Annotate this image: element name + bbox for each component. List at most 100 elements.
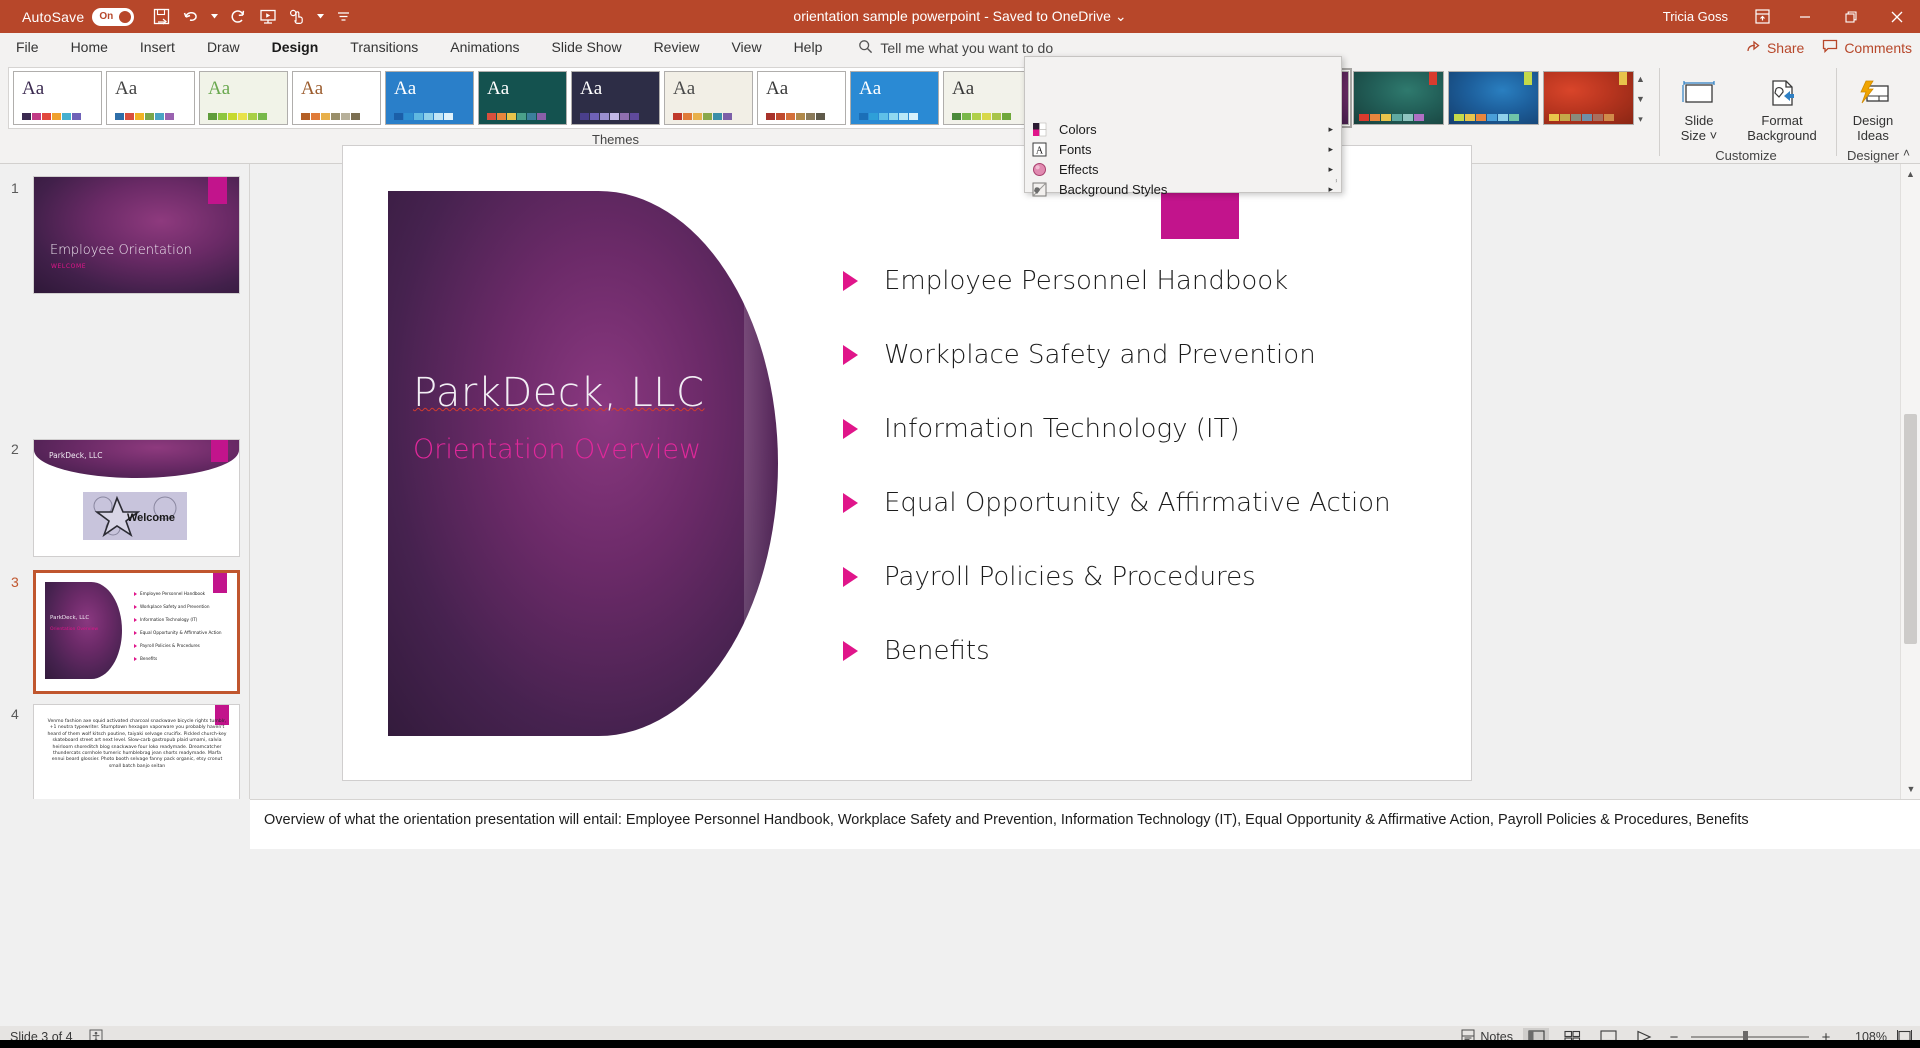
tab-design[interactable]: Design [256,33,335,62]
variant-green[interactable] [1353,71,1444,125]
thumb-4-canvas: Venmo fashion axe squid activated charco… [34,705,239,799]
tab-draw[interactable]: Draw [191,33,256,62]
theme-swatch [673,113,682,120]
facet-theme[interactable]: Aa [106,71,195,125]
menu-resize-grip[interactable]: ⸯ [1334,178,1339,191]
theme-swatch [909,113,918,120]
variants-more-icon[interactable]: ▾ [1633,109,1648,129]
celestial-theme-preview-text: Aa [580,78,603,99]
theme-swatch [527,113,536,120]
undo-icon[interactable] [178,5,205,29]
ion-theme-preview-text: Aa [208,78,231,99]
variants-scroll-down-icon[interactable]: ▼ [1633,89,1648,109]
stage-vertical-scrollbar[interactable]: ▲ ▼ [1900,164,1920,799]
celestial-theme[interactable]: Aa [571,71,660,125]
tab-file[interactable]: File [0,33,55,62]
slide-thumbnail-2[interactable]: ParkDeck, LLC Welcome [33,439,240,557]
customize-qat-icon[interactable] [330,5,357,29]
menu-item-effects[interactable]: Effects ▸ [1025,159,1341,179]
stage-scroll-up-icon[interactable]: ▲ [1901,164,1920,184]
variant-swatch [1498,114,1508,121]
slide-bullet-item[interactable]: Benefits [843,636,1443,666]
thumb-3-bullet-label: Workplace Safety and Prevention [140,604,210,609]
design-ideas-button[interactable]: Design Ideas [1840,67,1906,147]
notes-pane[interactable]: Overview of what the orientation present… [250,799,1920,849]
frame-theme[interactable]: Aa [664,71,753,125]
ribbon-display-options-icon[interactable] [1742,0,1782,33]
minimize-button[interactable] [1782,0,1828,33]
droplet-theme[interactable]: Aa [850,71,939,125]
save-icon[interactable] [148,5,175,29]
redo-icon[interactable] [224,5,251,29]
document-title[interactable]: orientation sample powerpoint [793,8,980,24]
slide-bullet-item[interactable]: Information Technology (IT) [843,414,1443,444]
format-background-button[interactable]: Format Background [1736,67,1828,147]
tab-slide-show[interactable]: Slide Show [536,33,638,62]
slide-title-value: ParkDeck, LLC [413,370,705,416]
variant-swatch [1392,114,1402,121]
ion-theme[interactable]: Aa [199,71,288,125]
autosave-control[interactable]: AutoSave On [22,7,135,26]
tab-insert[interactable]: Insert [124,33,191,62]
thumb-3-accent-shape [213,573,227,593]
stage-scroll-thumb[interactable] [1904,414,1917,644]
undo-dropdown-icon[interactable] [208,5,221,29]
tab-transitions[interactable]: Transitions [334,33,434,62]
theme-swatch [218,113,227,120]
menu-item-background-styles[interactable]: Background Styles ▸ [1025,179,1341,199]
tab-help[interactable]: Help [778,33,839,62]
slide-bullet-item[interactable]: Employee Personnel Handbook [843,266,1443,296]
theme-swatch [394,113,403,120]
autosave-toggle[interactable]: On [92,7,135,26]
slide-bullet-item[interactable]: Equal Opportunity & Affirmative Action [843,488,1443,518]
slide-thumbnail-1[interactable]: Employee Orientation WELCOME [33,176,240,294]
slide-bullet-list[interactable]: Employee Personnel Handbook Workplace Sa… [843,266,1443,710]
save-state[interactable]: Saved to OneDrive [993,8,1111,24]
tab-animations[interactable]: Animations [434,33,535,62]
collapse-ribbon-icon[interactable]: ˄ [1903,146,1910,160]
variant-blue[interactable] [1448,71,1539,125]
slide-subtitle-text[interactable]: Orientation Overview [413,434,701,465]
menu-item-colors[interactable]: Colors ▸ [1025,119,1341,139]
badge-theme[interactable]: Aa [385,71,474,125]
berlin-theme[interactable]: Aa [478,71,567,125]
powerpoint-window: AutoSave On orientation sample powerpoin… [0,0,1920,1048]
tab-view[interactable]: View [715,33,777,62]
restore-button[interactable] [1828,0,1874,33]
quotable-theme[interactable]: Aa [943,71,1032,125]
slide-size-button[interactable]: Slide Size ˅ [1664,67,1734,147]
slide-bullet-item[interactable]: Payroll Policies & Procedures [843,562,1443,592]
format-background-line2: Background [1747,128,1817,143]
slide-thumbnail-panel[interactable]: 1 Employee Orientation WELCOME 2 ParkDec… [0,164,250,799]
office-theme[interactable]: Aa [13,71,102,125]
title-dropdown-icon[interactable]: ⌄ [1115,8,1127,24]
slide-thumbnail-3[interactable]: ParkDeck, LLC Orientation Overview Emplo… [33,570,240,694]
wisp-theme[interactable]: Aa [292,71,381,125]
theme-swatch [155,113,164,120]
theme-swatch [42,113,51,120]
tab-home[interactable]: Home [55,33,124,62]
theme-swatch [972,113,981,120]
stage-scroll-down-icon[interactable]: ▼ [1901,779,1920,799]
close-button[interactable] [1874,0,1920,33]
comments-button[interactable]: Comments [1822,39,1912,56]
current-slide-canvas[interactable]: ParkDeck, LLC Orientation Overview Emplo… [342,131,1472,781]
account-name[interactable]: Tricia Goss [1663,9,1728,24]
tab-review[interactable]: Review [638,33,716,62]
share-button[interactable]: Share [1746,39,1804,56]
variants-gallery-scrollbar[interactable]: ▲ ▼ ▾ [1633,69,1648,129]
slide-thumbnail-4[interactable]: Venmo fashion axe squid activated charco… [33,704,240,799]
start-from-beginning-icon[interactable] [254,5,281,29]
variant-orange[interactable] [1543,71,1634,125]
variants-scroll-up-icon[interactable]: ▲ [1633,69,1648,89]
bullet-triangle-icon [843,641,858,661]
touch-mode-dropdown-icon[interactable] [314,5,327,29]
theme-swatch [859,113,868,120]
dividend-theme[interactable]: Aa [757,71,846,125]
slide-title-text[interactable]: ParkDeck, LLC [413,370,704,416]
slide-bullet-item[interactable]: Workplace Safety and Prevention [843,340,1443,370]
menu-item-fonts[interactable]: A Fonts ▸ [1025,139,1341,159]
tell-me-search[interactable]: Tell me what you want to do [858,39,1053,57]
bullet-triangle-icon [843,271,858,291]
touch-mode-icon[interactable] [284,5,311,29]
